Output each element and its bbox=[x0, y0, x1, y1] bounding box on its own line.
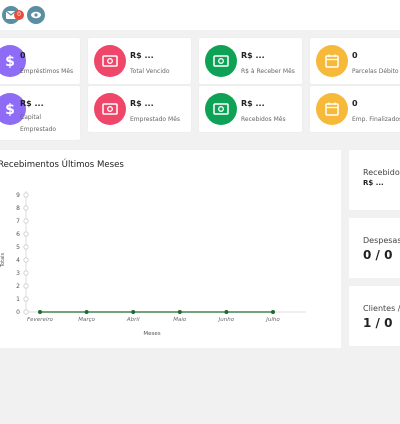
card-value: R$ ... bbox=[241, 99, 265, 108]
stat-value: 0 / 0 bbox=[363, 248, 393, 262]
stat-label: Despesas bbox=[363, 236, 400, 245]
card-label: Capital Emprestado bbox=[20, 114, 57, 133]
stat-despesas[interactable]: Despesas 0 / 0 bbox=[349, 218, 400, 278]
calendar-icon bbox=[316, 45, 348, 77]
x-tick-label: Abril bbox=[126, 317, 140, 323]
x-tick-label: Junho bbox=[218, 317, 235, 323]
card-parcelas-debito[interactable]: 0 Parcelas Débito bbox=[310, 38, 400, 84]
notification-badge: 0 bbox=[14, 10, 24, 20]
y-tick-label: 7 bbox=[16, 218, 20, 225]
card-value: 0 bbox=[352, 51, 358, 60]
money-icon bbox=[205, 45, 237, 77]
y-tick-marker bbox=[23, 257, 29, 263]
card-label: Emp. Finalizados bbox=[352, 116, 400, 123]
calendar-icon bbox=[316, 93, 348, 125]
y-axis-label: Totais bbox=[0, 252, 6, 268]
chart-panel: Recebimentos Últimos Meses 0 1 2 3 4 5 6 7 8 9 Fev… bbox=[0, 150, 341, 348]
y-tick-label: 1 bbox=[16, 296, 20, 303]
stat-recebidos[interactable]: Recebidos R$ ... bbox=[349, 150, 400, 210]
y-tick-label: 0 bbox=[16, 309, 20, 316]
data-point bbox=[177, 310, 182, 314]
stat-label: Recebidos bbox=[363, 168, 400, 177]
card-label: R$ à Receber Mês bbox=[241, 68, 295, 75]
y-tick-marker bbox=[23, 218, 29, 224]
card-emprestado-mes[interactable]: R$ ... Emprestado Mês bbox=[88, 86, 191, 132]
card-value: R$ ... bbox=[20, 99, 44, 108]
card-label: Empréstimos Mês bbox=[20, 68, 74, 75]
stat-value: R$ ... bbox=[363, 179, 384, 187]
data-point bbox=[84, 310, 89, 314]
y-tick-label: 3 bbox=[16, 270, 20, 277]
x-tick-label: Maio bbox=[173, 317, 187, 323]
x-axis-label: Meses bbox=[143, 331, 160, 337]
data-point bbox=[271, 310, 275, 314]
y-tick-marker bbox=[23, 296, 29, 302]
mail-icon[interactable]: 0 bbox=[2, 6, 24, 24]
y-tick-marker bbox=[23, 231, 29, 237]
y-tick-marker bbox=[23, 244, 29, 250]
card-label: Total Vencido bbox=[130, 68, 170, 75]
money-icon bbox=[94, 93, 126, 125]
card-value: R$ ... bbox=[241, 51, 265, 60]
stat-clientes[interactable]: Clientes / 1 / 0 bbox=[349, 286, 400, 346]
top-bar: 0 bbox=[0, 0, 400, 30]
card-total-vencido[interactable]: R$ ... Total Vencido bbox=[88, 38, 191, 84]
y-tick-label: 2 bbox=[16, 283, 20, 290]
y-tick-label: 9 bbox=[16, 192, 20, 199]
y-tick-marker bbox=[23, 192, 29, 198]
card-receber-mes[interactable]: R$ ... R$ à Receber Mês bbox=[199, 38, 302, 84]
svg-text:$: $ bbox=[5, 54, 15, 68]
card-capital-emprestado[interactable]: $ R$ ... Capital Emprestado bbox=[0, 86, 80, 140]
card-recebidos-mes[interactable]: R$ ... Recebidos Mês bbox=[199, 86, 302, 132]
line-chart: 0 1 2 3 4 5 6 7 8 9 Fevereiro Março Abril Maio Junho Ju… bbox=[0, 191, 306, 337]
y-tick-label: 8 bbox=[16, 205, 20, 212]
card-label: Emprestado Mês bbox=[130, 116, 181, 123]
stat-label: Clientes / bbox=[363, 304, 400, 313]
card-emp-finalizados[interactable]: 0 Emp. Finalizados bbox=[310, 86, 400, 132]
card-emprestimos-mes[interactable]: $ 0 Empréstimos Mês bbox=[0, 38, 80, 84]
card-label: Recebidos Mês bbox=[241, 116, 286, 123]
y-tick-marker bbox=[23, 283, 29, 289]
money-icon bbox=[205, 93, 237, 125]
card-value: 0 bbox=[20, 51, 26, 60]
money-icon bbox=[94, 45, 126, 77]
y-tick-label: 5 bbox=[16, 244, 20, 251]
y-tick-marker bbox=[23, 270, 29, 276]
eye-icon[interactable] bbox=[27, 6, 45, 24]
x-tick-label: Fevereiro bbox=[27, 317, 54, 323]
card-label: Parcelas Débito bbox=[352, 68, 399, 75]
svg-text:$: $ bbox=[5, 102, 15, 116]
data-point bbox=[131, 310, 136, 314]
card-value: R$ ... bbox=[130, 51, 154, 60]
data-point bbox=[224, 310, 229, 314]
y-tick-marker bbox=[23, 205, 29, 211]
y-tick-label: 4 bbox=[16, 257, 20, 264]
card-value: R$ ... bbox=[130, 99, 154, 108]
x-tick-label: Julho bbox=[265, 317, 280, 323]
card-value: 0 bbox=[352, 99, 358, 108]
data-point bbox=[38, 310, 42, 314]
stat-value: 1 / 0 bbox=[363, 316, 393, 330]
y-tick-marker bbox=[23, 309, 29, 315]
x-tick-label: Março bbox=[78, 317, 95, 323]
y-tick-label: 6 bbox=[16, 231, 20, 238]
